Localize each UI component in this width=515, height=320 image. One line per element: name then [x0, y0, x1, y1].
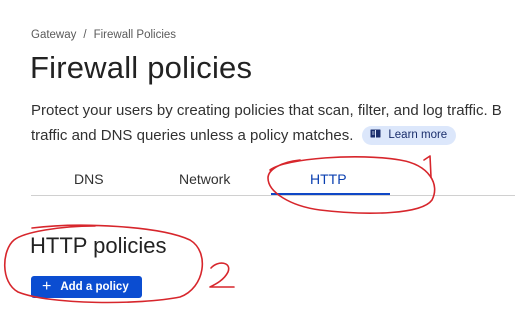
- annotation-number-2: [209, 262, 235, 288]
- breadcrumb: Gateway / Firewall Policies: [31, 29, 176, 41]
- policy-type-tabs: DNS Network HTTP: [31, 165, 515, 196]
- tab-http[interactable]: HTTP: [310, 171, 347, 187]
- add-policy-label: Add a policy: [60, 281, 129, 293]
- page-title: Firewall policies: [30, 50, 253, 85]
- tab-network[interactable]: Network: [179, 171, 230, 187]
- description-line-1: Protect your users by creating policies …: [31, 102, 502, 119]
- page: Gateway / Firewall Policies Firewall polic…: [0, 0, 515, 320]
- page-description: Protect your users by creating policies …: [31, 98, 515, 148]
- breadcrumb-separator: /: [83, 29, 87, 41]
- learn-more-label: Learn more: [388, 129, 448, 141]
- tab-dns[interactable]: DNS: [74, 171, 104, 187]
- active-tab-indicator: [271, 193, 390, 195]
- add-policy-button[interactable]: + Add a policy: [31, 276, 142, 298]
- section-title: HTTP policies: [30, 233, 167, 258]
- description-line-2-row: traffic and DNS queries unless a policy …: [31, 123, 515, 148]
- description-line-2: traffic and DNS queries unless a policy …: [31, 127, 354, 144]
- book-icon: [370, 123, 381, 148]
- plus-icon: +: [42, 278, 52, 295]
- annotation-overlay: [4, 155, 436, 304]
- breadcrumb-item-firewall-policies[interactable]: Firewall Policies: [94, 29, 176, 41]
- learn-more-link[interactable]: Learn more: [362, 123, 457, 148]
- breadcrumb-item-gateway[interactable]: Gateway: [31, 29, 76, 41]
